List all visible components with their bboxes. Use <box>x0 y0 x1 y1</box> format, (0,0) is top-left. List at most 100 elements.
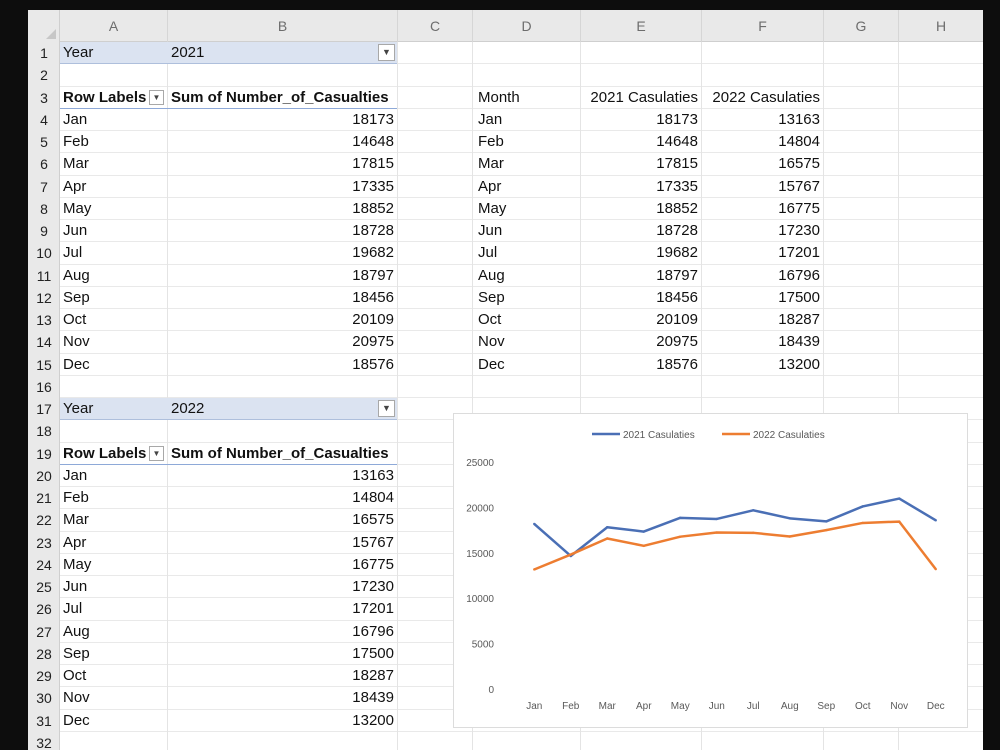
dropdown-arrow-icon[interactable]: ▼ <box>149 89 164 105</box>
pivot-2021-value-cell[interactable]: 18728 <box>168 220 397 242</box>
column-header-b[interactable]: B <box>168 10 398 42</box>
row-header[interactable]: 18 <box>28 420 60 442</box>
row-header[interactable]: 17 <box>28 398 60 420</box>
comparison-month-cell[interactable]: Jun <box>475 220 580 242</box>
comparison-month-cell[interactable]: Apr <box>475 176 580 198</box>
comparison-2021-cell[interactable]: 18456 <box>580 287 701 309</box>
pivot-2021-value-cell[interactable]: 17815 <box>168 153 397 175</box>
comparison-2021-cell[interactable]: 18797 <box>580 265 701 287</box>
pivot-2021-month-cell[interactable]: May <box>60 198 167 220</box>
row-header[interactable]: 8 <box>28 198 60 220</box>
row-header[interactable]: 13 <box>28 309 60 331</box>
line-chart[interactable]: 0 5000 10000 15000 20000 25000 Jan Feb Mar Apr May… <box>453 413 968 728</box>
pivot-2021-value-cell[interactable]: 20975 <box>168 331 397 353</box>
pivot-2022-value-cell[interactable]: 17500 <box>168 643 397 665</box>
comparison-2022-cell[interactable]: 17201 <box>701 242 823 264</box>
filter-icon[interactable]: ▼ <box>378 44 395 61</box>
pivot-2021-month-cell[interactable]: Jan <box>60 109 167 131</box>
pivot-2021-value-cell[interactable]: 18173 <box>168 109 397 131</box>
row-header[interactable]: 21 <box>28 487 60 509</box>
comparison-2022-cell[interactable]: 14804 <box>701 131 823 153</box>
row-header[interactable]: 25 <box>28 576 60 598</box>
pivot-2021-month-cell[interactable]: Feb <box>60 131 167 153</box>
comparison-2022-cell[interactable]: 16575 <box>701 153 823 175</box>
row-header[interactable]: 29 <box>28 665 60 687</box>
pivot-2022-value-cell[interactable]: 18439 <box>168 687 397 709</box>
comparison-2022-cell[interactable]: 13200 <box>701 354 823 376</box>
comparison-month-cell[interactable]: Nov <box>475 331 580 353</box>
row-header[interactable]: 30 <box>28 687 60 709</box>
row-header[interactable]: 9 <box>28 220 60 242</box>
row-header[interactable]: 4 <box>28 109 60 131</box>
dropdown-arrow-icon[interactable]: ▼ <box>149 445 164 461</box>
column-header-e[interactable]: E <box>581 10 702 42</box>
pivot-2022-month-cell[interactable]: Aug <box>60 621 167 643</box>
row-header[interactable]: 31 <box>28 710 60 732</box>
pivot-2022-value-cell[interactable]: 13200 <box>168 710 397 732</box>
pivot-2022-value-header[interactable]: Sum of Number_of_Casualties <box>168 443 397 465</box>
pivot-2021-month-cell[interactable]: Aug <box>60 265 167 287</box>
pivot-2022-value-cell[interactable]: 17230 <box>168 576 397 598</box>
pivot-2021-value-cell[interactable]: 18797 <box>168 265 397 287</box>
pivot-2021-value-cell[interactable]: 14648 <box>168 131 397 153</box>
comparison-2022-cell[interactable]: 17230 <box>701 220 823 242</box>
column-header-a[interactable]: A <box>60 10 168 42</box>
pivot-2021-value-cell[interactable]: 18456 <box>168 287 397 309</box>
comparison-header-2022[interactable]: 2022 Casulaties <box>701 87 823 109</box>
column-header-g[interactable]: G <box>824 10 899 42</box>
comparison-2022-cell[interactable]: 18439 <box>701 331 823 353</box>
comparison-month-cell[interactable]: Jul <box>475 242 580 264</box>
pivot-2021-value-header[interactable]: Sum of Number_of_Casualties <box>168 87 397 109</box>
pivot-2022-value-cell[interactable]: 18287 <box>168 665 397 687</box>
comparison-header-2021[interactable]: 2021 Casulaties <box>580 87 701 109</box>
comparison-month-cell[interactable]: Sep <box>475 287 580 309</box>
pivot-2022-month-cell[interactable]: Jul <box>60 598 167 620</box>
pivot-2021-month-cell[interactable]: Dec <box>60 354 167 376</box>
pivot-2021-month-cell[interactable]: Jun <box>60 220 167 242</box>
row-header[interactable]: 23 <box>28 532 60 554</box>
comparison-2021-cell[interactable]: 18173 <box>580 109 701 131</box>
pivot-2022-value-cell[interactable]: 14804 <box>168 487 397 509</box>
pivot-2022-value-cell[interactable]: 15767 <box>168 532 397 554</box>
comparison-2022-cell[interactable]: 17500 <box>701 287 823 309</box>
comparison-2022-cell[interactable]: 13163 <box>701 109 823 131</box>
pivot-2021-month-cell[interactable]: Jul <box>60 242 167 264</box>
row-header[interactable]: 16 <box>28 376 60 398</box>
comparison-month-cell[interactable]: Dec <box>475 354 580 376</box>
row-header[interactable]: 24 <box>28 554 60 576</box>
pivot-2022-value-cell[interactable]: 13163 <box>168 465 397 487</box>
row-header[interactable]: 3 <box>28 87 60 109</box>
row-header[interactable]: 28 <box>28 643 60 665</box>
pivot-2022-filter-label[interactable]: Year <box>60 398 167 420</box>
pivot-2021-month-cell[interactable]: Oct <box>60 309 167 331</box>
filter-icon[interactable]: ▼ <box>378 400 395 417</box>
pivot-2022-month-cell[interactable]: Dec <box>60 710 167 732</box>
column-header-c[interactable]: C <box>398 10 473 42</box>
pivot-2022-month-cell[interactable]: Feb <box>60 487 167 509</box>
row-header[interactable]: 2 <box>28 64 60 86</box>
comparison-month-cell[interactable]: Mar <box>475 153 580 175</box>
row-header[interactable]: 1 <box>28 42 60 64</box>
row-header[interactable]: 5 <box>28 131 60 153</box>
row-header[interactable]: 19 <box>28 443 60 465</box>
row-header[interactable]: 27 <box>28 621 60 643</box>
pivot-2022-value-cell[interactable]: 16575 <box>168 509 397 531</box>
row-header[interactable]: 14 <box>28 331 60 353</box>
column-header-f[interactable]: F <box>702 10 824 42</box>
comparison-2022-cell[interactable]: 18287 <box>701 309 823 331</box>
select-all-button[interactable] <box>28 10 60 42</box>
row-header[interactable]: 6 <box>28 153 60 175</box>
pivot-2021-month-cell[interactable]: Mar <box>60 153 167 175</box>
comparison-2021-cell[interactable]: 18576 <box>580 354 701 376</box>
comparison-2021-cell[interactable]: 19682 <box>580 242 701 264</box>
column-header-d[interactable]: D <box>473 10 581 42</box>
pivot-2022-month-cell[interactable]: Apr <box>60 532 167 554</box>
row-header[interactable]: 10 <box>28 242 60 264</box>
comparison-month-cell[interactable]: May <box>475 198 580 220</box>
pivot-2021-value-cell[interactable]: 19682 <box>168 242 397 264</box>
pivot-2021-value-cell[interactable]: 18852 <box>168 198 397 220</box>
comparison-2021-cell[interactable]: 20975 <box>580 331 701 353</box>
row-header[interactable]: 7 <box>28 176 60 198</box>
pivot-2022-value-cell[interactable]: 17201 <box>168 598 397 620</box>
comparison-2022-cell[interactable]: 16775 <box>701 198 823 220</box>
